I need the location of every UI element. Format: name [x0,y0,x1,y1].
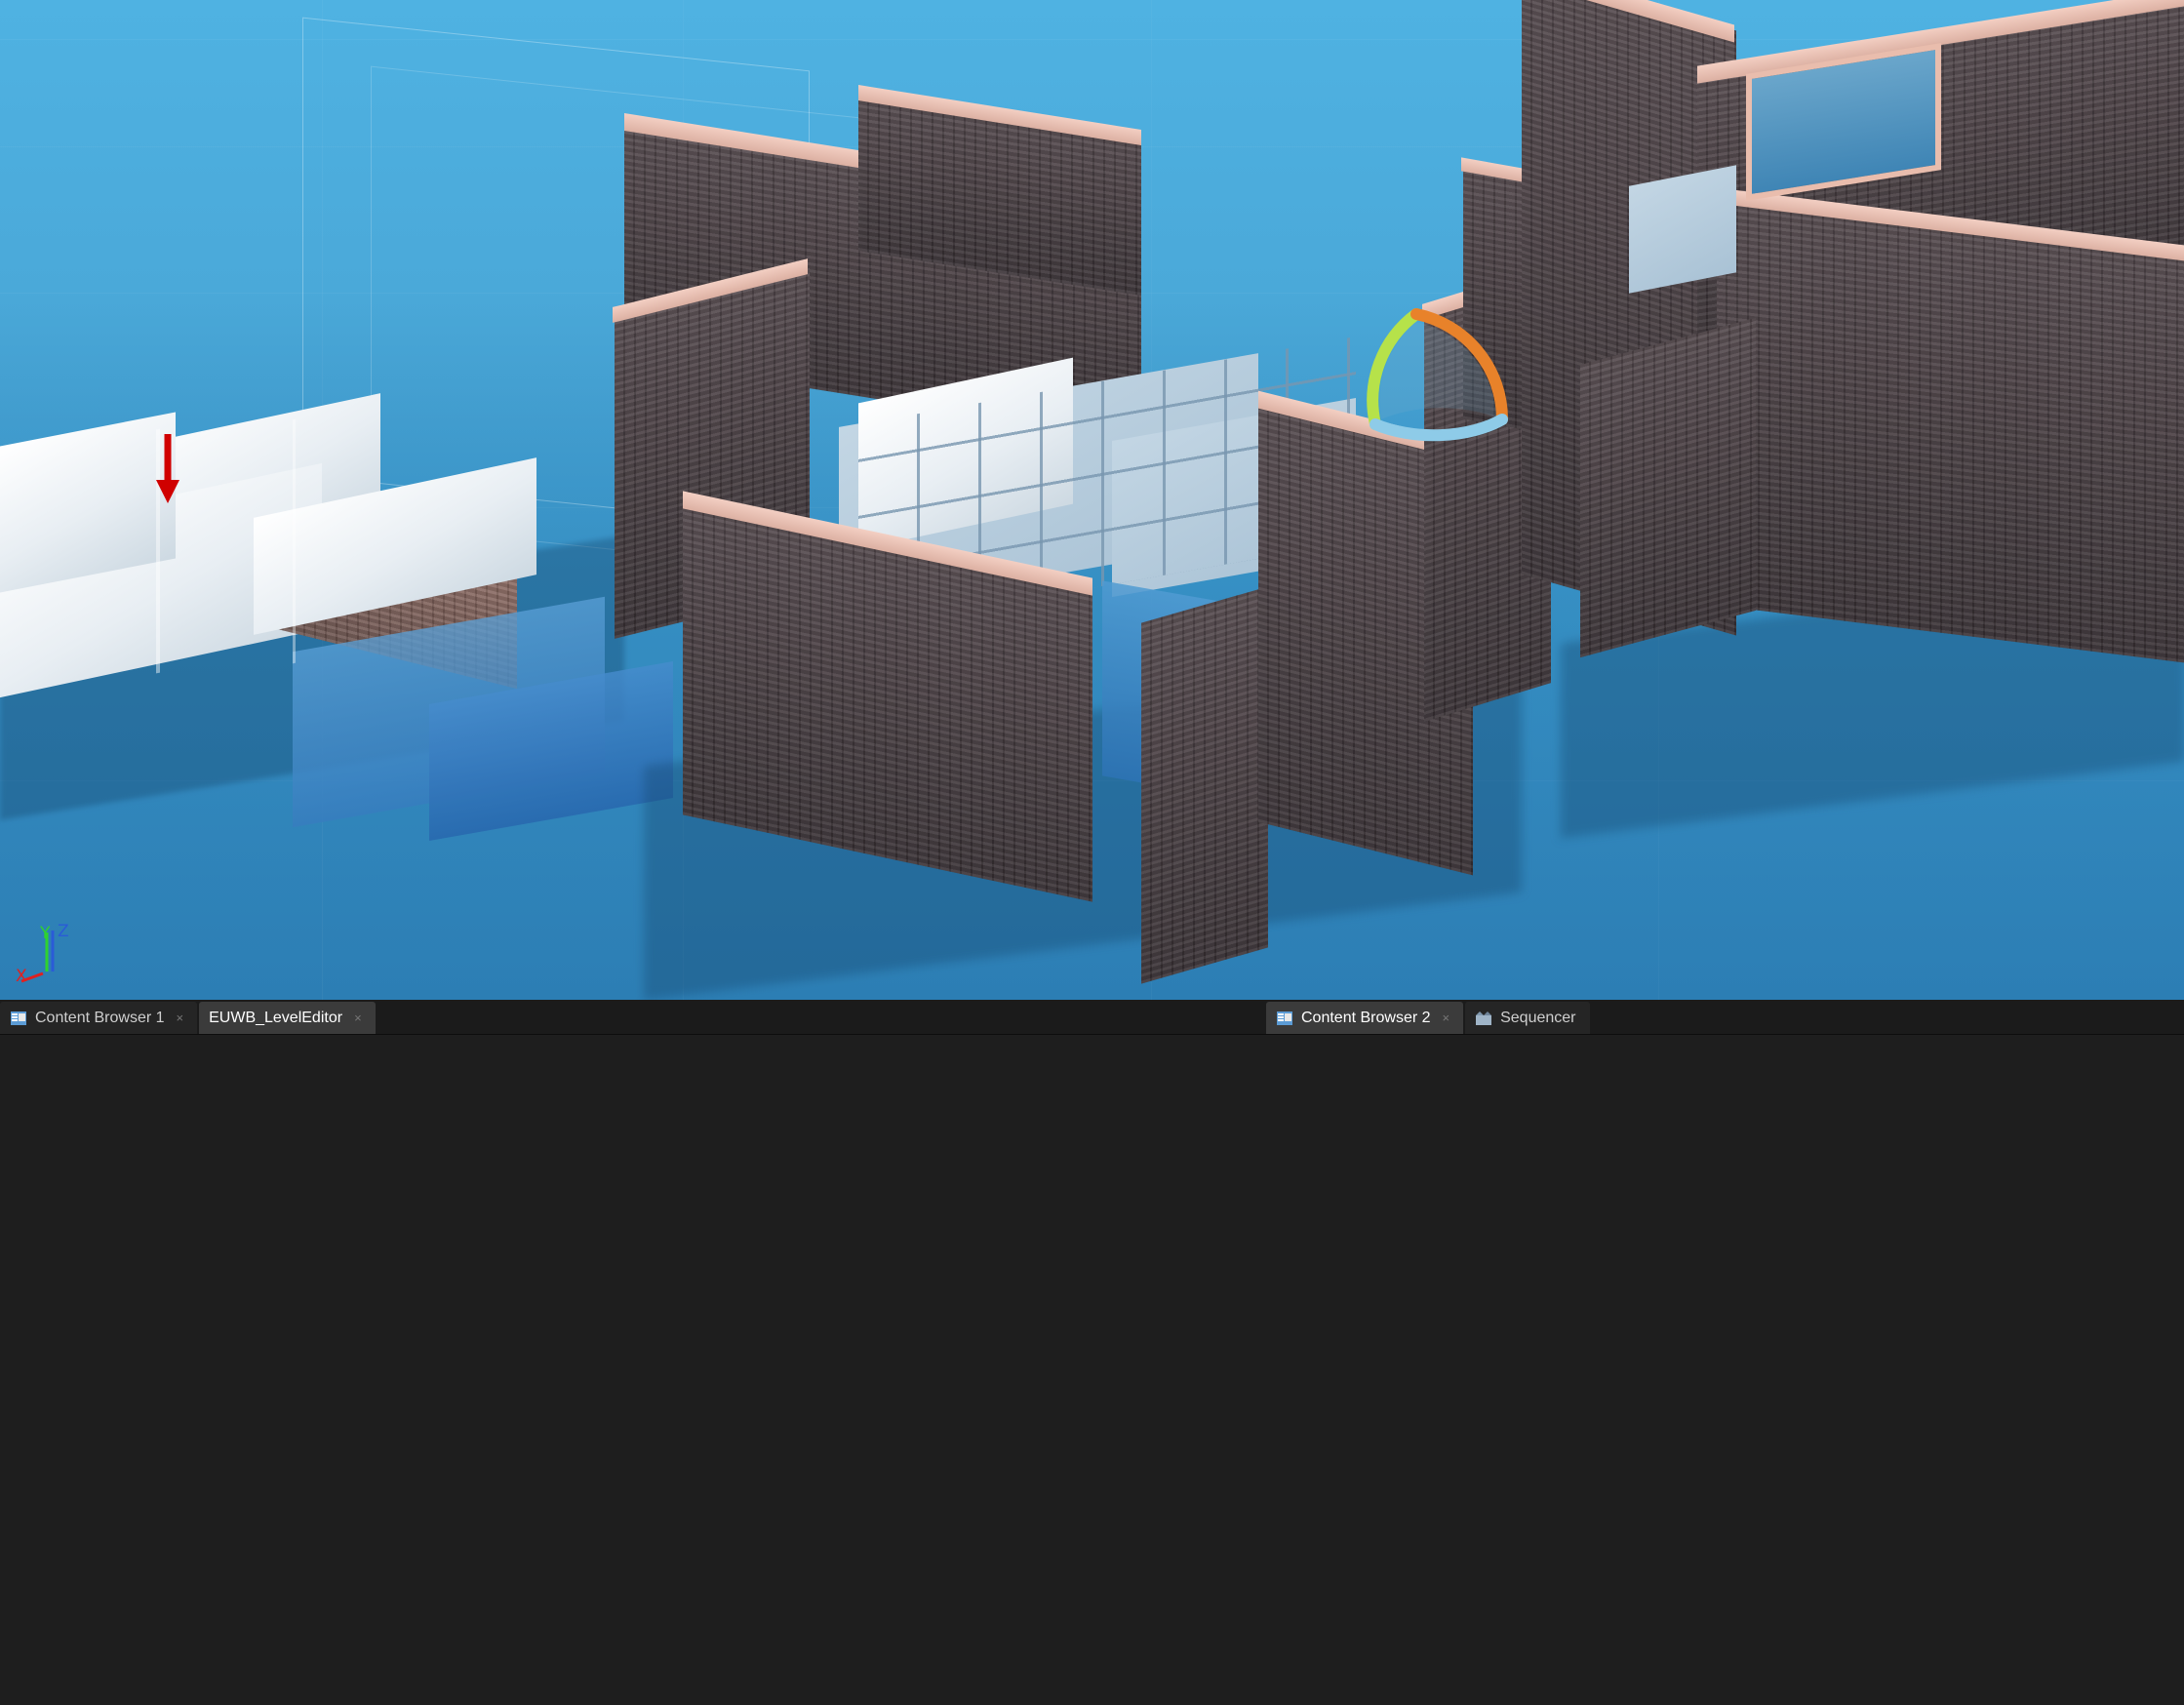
block-seam [293,418,296,664]
svg-text:X: X [16,967,27,985]
level-viewport[interactable]: Y Z X [0,0,2184,1000]
tab-content-browser-2[interactable]: Content Browser 2 × [1266,1002,1464,1034]
svg-text:Y: Y [39,924,51,943]
rotation-gizmo[interactable] [1356,283,1536,458]
tab-label: Sequencer [1500,1009,1576,1026]
tab-sequencer[interactable]: Sequencer [1465,1002,1590,1034]
axis-gizmo: Y Z X [16,922,69,985]
content-browser-icon [1277,1011,1292,1025]
content-browser-icon [11,1011,26,1025]
floor-tile-group [1629,165,1736,294]
right-dock-tabstrip: Content Browser 2 × Sequencer [1266,1000,2184,1035]
translate-arrow-gizmo[interactable] [148,429,187,507]
tab-close-icon[interactable]: × [1443,1011,1450,1025]
sequencer-icon [1476,1011,1492,1025]
tab-label: Content Browser 2 [1301,1009,1431,1026]
brick-wall [1717,195,2184,663]
unreal-editor-window: Y Z X Content Browser 1 × EUWB_LevelEdit… [0,0,2184,1705]
tab-content-browser-1[interactable]: Content Browser 1 × [0,1002,198,1034]
tab-euwb-leveleditor[interactable]: EUWB_LevelEditor × [199,1002,376,1034]
bottom-dock: Content Browser 1 × EUWB_LevelEditor × C… [0,1000,2184,1705]
brick-wall [1141,586,1268,984]
brick-wall [1580,317,1756,658]
svg-text:Z: Z [58,922,69,941]
left-dock-tabstrip: Content Browser 1 × EUWB_LevelEditor × [0,1000,1266,1035]
tab-close-icon[interactable]: × [177,1011,184,1025]
tab-label: Content Browser 1 [35,1009,165,1026]
tab-label: EUWB_LevelEditor [209,1009,343,1026]
tab-close-icon[interactable]: × [354,1011,362,1025]
